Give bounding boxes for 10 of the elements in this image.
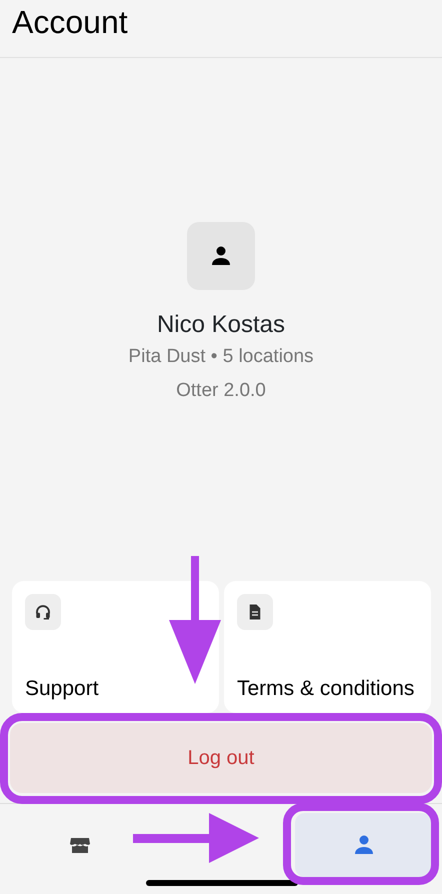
page-title: Account <box>12 3 129 42</box>
headset-icon <box>34 603 52 621</box>
account-tab[interactable] <box>295 813 432 877</box>
account-details: Pita Dust • 5 locations <box>128 345 314 369</box>
logout-button[interactable]: Log out <box>10 723 432 793</box>
support-card[interactable]: Support <box>12 581 219 713</box>
terms-card[interactable]: Terms & conditions <box>224 581 431 713</box>
user-name: Nico Kostas <box>156 310 286 340</box>
app-version: Otter 2.0.0 <box>176 379 266 403</box>
person-icon <box>209 244 233 268</box>
